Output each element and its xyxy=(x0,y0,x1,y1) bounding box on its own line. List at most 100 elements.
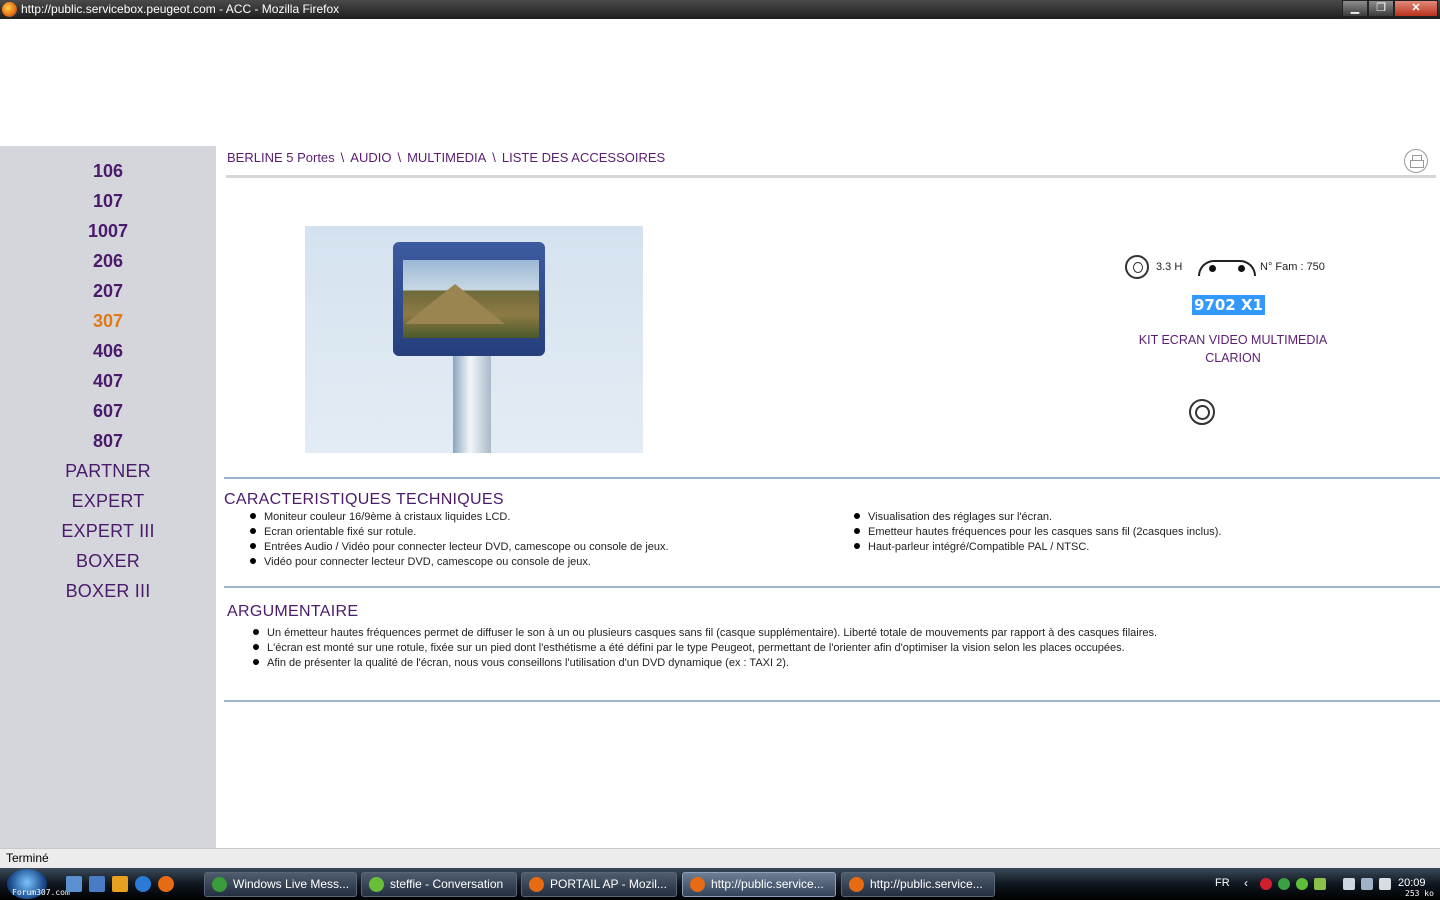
product-description: KIT ECRAN VIDEO MULTIMEDIA CLARION xyxy=(1108,331,1358,367)
argument-item: Afin de présenter la qualité de l'écran,… xyxy=(250,656,1430,671)
product-reference[interactable]: 9702 X1 xyxy=(1192,295,1265,315)
sidebar-item-607[interactable]: 607 xyxy=(0,399,216,429)
task-app-icon xyxy=(369,877,384,892)
network-tray-icon[interactable] xyxy=(1314,878,1326,890)
zoom-icon[interactable] xyxy=(1189,399,1215,425)
spec-item: Moniteur couleur 16/9ème à cristaux liqu… xyxy=(247,510,827,525)
model-list: 106 107 1007 206 207 307 406 407 607 807 PARTNER EX… xyxy=(0,146,216,609)
messenger-tray-icon[interactable] xyxy=(1278,878,1290,890)
taskbar: Forum307.com Windows Live Mess... steffie… xyxy=(0,868,1440,900)
switch-windows-icon[interactable] xyxy=(89,876,105,892)
task-label: PORTAIL AP - Mozil... xyxy=(550,877,667,891)
taskbar-button[interactable]: http://public.service... xyxy=(841,872,995,897)
product-name-line1: KIT ECRAN VIDEO MULTIMEDIA xyxy=(1138,333,1328,347)
breadcrumb-item-berline[interactable]: BERLINE 5 Portes xyxy=(227,150,335,165)
task-app-icon xyxy=(212,877,227,892)
product-name-line2: CLARION xyxy=(1205,351,1261,365)
taskbar-button[interactable]: steffie - Conversation xyxy=(361,872,517,897)
breadcrumb-item-liste[interactable]: LISTE DES ACCESSOIRES xyxy=(502,150,665,165)
sidebar-item-boxer-iii[interactable]: BOXER III xyxy=(0,579,216,609)
sidebar-item-expert[interactable]: EXPERT xyxy=(0,489,216,519)
stopwatch-icon xyxy=(1125,255,1149,279)
volume-icon[interactable] xyxy=(1379,878,1391,890)
sidebar-item-1007[interactable]: 1007 xyxy=(0,219,216,249)
print-icon[interactable] xyxy=(1404,149,1428,173)
contacts-tray-icon[interactable] xyxy=(1296,878,1308,890)
internet-explorer-icon[interactable] xyxy=(135,876,151,892)
task-app-icon xyxy=(849,877,864,892)
model-sidebar: 106 107 1007 206 207 307 406 407 607 807 PARTNER EX… xyxy=(0,146,216,848)
media-player-icon[interactable] xyxy=(112,876,128,892)
taskbar-button[interactable]: http://public.service... xyxy=(682,872,836,897)
caracteristiques-list-right: Visualisation des réglages sur l'écran. E… xyxy=(851,510,1411,555)
task-label: Windows Live Mess... xyxy=(233,877,350,891)
status-text: Terminé xyxy=(6,851,49,865)
sidebar-item-expert-iii[interactable]: EXPERT III xyxy=(0,519,216,549)
sidebar-item-407[interactable]: 407 xyxy=(0,369,216,399)
spec-item: Visualisation des réglages sur l'écran. xyxy=(851,510,1411,525)
family-icon xyxy=(1198,260,1256,276)
size-watermark: 253 ko xyxy=(1405,889,1434,898)
spec-item: Entrées Audio / Vidéo pour connecter lec… xyxy=(247,540,827,555)
sidebar-item-partner[interactable]: PARTNER xyxy=(0,459,216,489)
antivirus-icon[interactable] xyxy=(1260,878,1272,890)
firefox-quicklaunch-icon[interactable] xyxy=(158,876,174,892)
section-divider xyxy=(224,586,1440,588)
monitor-stand xyxy=(453,356,491,453)
language-indicator[interactable]: FR xyxy=(1215,877,1230,889)
section-divider xyxy=(224,477,1440,479)
window-title-bar: http://public.servicebox.peugeot.com - A… xyxy=(0,0,1440,19)
task-app-icon xyxy=(529,877,544,892)
system-clock[interactable]: 20:09 xyxy=(1398,877,1426,889)
argumentaire-title: ARGUMENTAIRE xyxy=(227,603,359,620)
sidebar-item-207[interactable]: 207 xyxy=(0,279,216,309)
argumentaire-list: Un émetteur hautes fréquences permet de … xyxy=(250,626,1430,671)
argument-item: Un émetteur hautes fréquences permet de … xyxy=(250,626,1430,641)
screen-mountain xyxy=(405,284,505,324)
taskbar-button[interactable]: PORTAIL AP - Mozil... xyxy=(521,872,677,897)
sidebar-item-406[interactable]: 406 xyxy=(0,339,216,369)
product-photo xyxy=(305,226,643,453)
product-meta: 3.3 H N° Fam : 750 xyxy=(1125,252,1345,282)
main-content: BERLINE 5 Portes \ AUDIO \ MULTIMEDIA \ LISTE … xyxy=(216,146,1440,848)
task-label: steffie - Conversation xyxy=(390,877,504,891)
spec-item: Haut-parleur intégré/Compatible PAL / NT… xyxy=(851,540,1411,555)
breadcrumb-item-audio[interactable]: AUDIO xyxy=(350,150,391,165)
maximize-button[interactable]: ❐ xyxy=(1368,0,1394,17)
breadcrumb-separator: \ xyxy=(492,150,496,165)
breadcrumb-separator: \ xyxy=(340,150,345,165)
firefox-icon xyxy=(2,2,17,17)
taskbar-button[interactable]: Windows Live Mess... xyxy=(204,872,357,897)
sidebar-item-206[interactable]: 206 xyxy=(0,249,216,279)
install-time: 3.3 H xyxy=(1156,261,1183,273)
sidebar-item-807[interactable]: 807 xyxy=(0,429,216,459)
header-divider xyxy=(226,175,1436,178)
section-divider xyxy=(224,700,1440,702)
minimize-button[interactable]: ▁ xyxy=(1342,0,1368,17)
breadcrumb-separator: \ xyxy=(397,150,402,165)
window-title: http://public.servicebox.peugeot.com - A… xyxy=(21,2,340,16)
task-label: http://public.service... xyxy=(711,877,824,891)
spec-item: Emetteur hautes fréquences pour les casq… xyxy=(851,525,1411,540)
argument-item: L'écran est monté sur une rotule, fixée … xyxy=(250,641,1430,656)
device-tray-icon[interactable] xyxy=(1343,878,1355,890)
forum-watermark: Forum307.com xyxy=(12,888,70,897)
spec-item: Ecran orientable fixé sur rotule. xyxy=(247,525,827,540)
task-app-icon xyxy=(690,877,705,892)
connection-tray-icon[interactable] xyxy=(1361,878,1373,890)
sidebar-item-boxer[interactable]: BOXER xyxy=(0,549,216,579)
show-desktop-icon[interactable] xyxy=(66,876,82,892)
family-number: N° Fam : 750 xyxy=(1260,261,1325,273)
close-button[interactable]: ✕ xyxy=(1394,0,1438,17)
sidebar-item-107[interactable]: 107 xyxy=(0,189,216,219)
sidebar-item-307[interactable]: 307 xyxy=(0,309,216,339)
caracteristiques-list-left: Moniteur couleur 16/9ème à cristaux liqu… xyxy=(247,510,827,570)
window-controls: ▁ ❐ ✕ xyxy=(1342,0,1438,17)
breadcrumb-item-multimedia[interactable]: MULTIMEDIA xyxy=(407,150,486,165)
task-label: http://public.service... xyxy=(870,877,983,891)
caracteristiques-title: CARACTERISTIQUES TECHNIQUES xyxy=(224,491,504,508)
tray-expand-icon[interactable]: ‹ xyxy=(1244,876,1256,890)
status-bar: Terminé xyxy=(0,848,1440,868)
spec-item: Vidéo pour connecter lecteur DVD, camesc… xyxy=(247,555,827,570)
sidebar-item-106[interactable]: 106 xyxy=(0,159,216,189)
